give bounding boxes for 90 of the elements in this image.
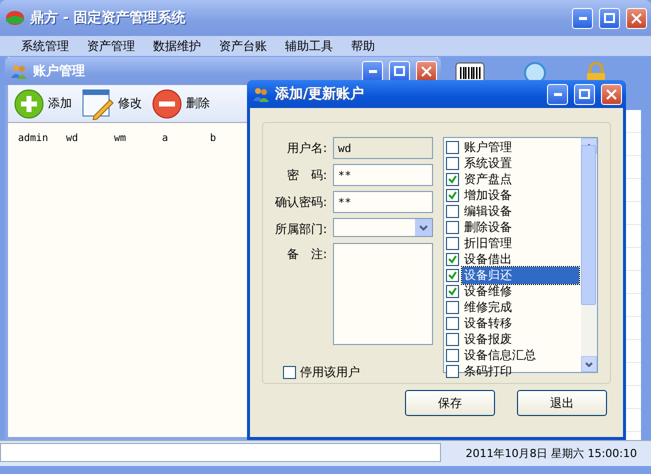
toolbar-button[interactable]: 删除 [152, 88, 210, 118]
close-button[interactable] [416, 60, 437, 82]
user-name[interactable]: admin [18, 133, 66, 144]
maximize-button[interactable] [574, 84, 595, 104]
close-icon [606, 88, 617, 100]
input-field[interactable]: ** [333, 164, 433, 186]
permission-item[interactable]: 资产盘点 [462, 170, 579, 188]
checkbox[interactable] [446, 348, 459, 362]
toolbar-button[interactable]: 修改 [82, 88, 142, 120]
minimize-icon [578, 16, 586, 20]
checkbox[interactable] [446, 284, 459, 298]
close-icon [421, 66, 432, 76]
account-window-title: 账户管理 [33, 62, 86, 80]
user-name[interactable]: wd [66, 133, 114, 144]
permission-item[interactable]: 条码打印 [462, 362, 579, 380]
permission-item[interactable]: 设备归还 [462, 266, 579, 284]
chevron-down-icon [419, 224, 428, 230]
permission-item[interactable]: 系统设置 [462, 154, 579, 172]
minus-icon [152, 88, 182, 118]
scroll-thumb[interactable] [581, 145, 596, 305]
input-field[interactable]: ** [333, 191, 433, 213]
checkbox[interactable] [446, 332, 459, 346]
minimize-button[interactable] [572, 8, 593, 28]
permission-item[interactable]: 编辑设备 [462, 202, 579, 220]
close-button[interactable] [601, 84, 622, 104]
users-icon [253, 86, 269, 102]
scroll-down-button[interactable] [581, 356, 597, 372]
menu-item[interactable]: 辅助工具 [276, 38, 342, 54]
dialog-button[interactable]: 保存 [405, 390, 495, 416]
permission-item[interactable]: 设备维修 [462, 282, 579, 300]
checkbox[interactable] [446, 252, 459, 266]
field-label: 用户名: [286, 140, 327, 157]
field-label: 所属部门: [274, 221, 327, 238]
menu-item[interactable]: 资产管理 [78, 38, 144, 54]
notes-field[interactable] [333, 243, 433, 345]
minimize-icon [554, 92, 562, 96]
user-name[interactable]: a [162, 133, 210, 144]
menu-item[interactable]: 系统管理 [12, 38, 78, 54]
field-label: 备 注: [286, 246, 327, 263]
checkbox[interactable] [446, 188, 459, 202]
menu-item[interactable]: 数据维护 [144, 38, 210, 54]
field-label: 确认密码: [274, 194, 327, 211]
maximize-icon [579, 89, 590, 99]
maximize-icon [394, 66, 405, 76]
permission-item[interactable]: 设备转移 [462, 314, 579, 332]
input-field[interactable]: wd [333, 137, 433, 159]
window-title: 鼎方 - 固定资产管理系统 [30, 9, 187, 27]
permission-item[interactable]: 删除设备 [462, 218, 579, 236]
checkbox[interactable] [446, 172, 459, 186]
field-label: 密 码: [286, 167, 327, 184]
plus-icon [14, 88, 44, 118]
permission-item[interactable]: 设备报废 [462, 330, 579, 348]
dialog-title: 添加/更新账户 [275, 85, 366, 103]
permission-item[interactable]: 账户管理 [462, 138, 579, 156]
permission-item[interactable]: 增加设备 [462, 186, 579, 204]
users-icon [11, 63, 27, 79]
permission-item[interactable]: 折旧管理 [462, 234, 579, 252]
permission-item[interactable]: 维修完成 [462, 298, 579, 316]
chevron-down-icon [585, 362, 593, 366]
department-dropdown[interactable] [333, 218, 433, 237]
dropdown-button[interactable] [415, 219, 432, 236]
checkbox[interactable] [446, 364, 459, 378]
checkbox[interactable] [446, 316, 459, 330]
user-name[interactable]: wm [114, 133, 162, 144]
permission-item[interactable]: 设备借出 [462, 250, 579, 268]
checkbox[interactable] [446, 236, 459, 250]
minimize-icon [368, 70, 376, 72]
status-datetime: 2011年10月8日 星期六 15:00:10 [466, 446, 637, 461]
maximize-button[interactable] [599, 8, 620, 28]
checkbox[interactable] [446, 268, 459, 282]
maximize-button[interactable] [389, 60, 410, 82]
disable-user-checkbox[interactable]: 停用该用户 [283, 364, 437, 381]
minimize-button[interactable] [547, 84, 568, 104]
close-button[interactable] [626, 8, 647, 28]
toolbar-button[interactable]: 添加 [14, 88, 72, 118]
checkbox[interactable] [446, 156, 459, 170]
menu-item[interactable]: 资产台账 [210, 38, 276, 54]
scrollbar[interactable] [581, 138, 597, 372]
checkbox[interactable] [446, 140, 459, 154]
checkbox[interactable] [446, 204, 459, 218]
permission-item[interactable]: 设备信息汇总 [462, 346, 579, 364]
checkbox[interactable] [446, 300, 459, 314]
pencil-note-icon [82, 88, 114, 120]
checkbox[interactable] [446, 220, 459, 234]
app-logo-icon [6, 11, 24, 25]
dialog-button[interactable]: 退出 [517, 390, 607, 416]
close-icon [631, 12, 642, 24]
minimize-button[interactable] [362, 60, 383, 82]
maximize-icon [604, 13, 615, 23]
menu-item[interactable]: 帮助 [342, 38, 384, 54]
